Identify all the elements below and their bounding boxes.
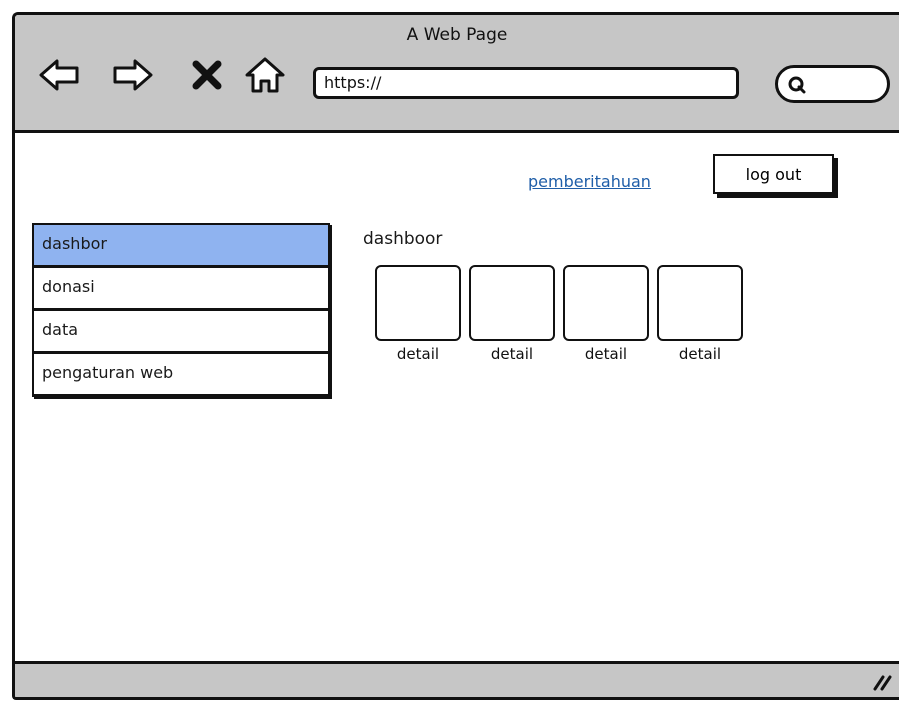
dashboard-card: detail [657,265,743,363]
search-field[interactable] [775,65,890,103]
forward-arrow-icon[interactable] [111,53,155,97]
resize-grip-icon[interactable] [871,671,893,691]
browser-toolbar: A Web Page https:// [15,15,899,133]
card-box[interactable] [563,265,649,341]
back-arrow-icon[interactable] [37,53,81,97]
dashboard-cards: detail detail detail detail [375,265,743,363]
card-detail-label[interactable]: detail [585,345,627,363]
card-box[interactable] [469,265,555,341]
sidebar-item-pengaturan-web[interactable]: pengaturan web [32,352,330,397]
browser-window: A Web Page https:// pemberitahuan log ou… [12,12,899,700]
page-title: dashboor [363,229,443,249]
notification-link[interactable]: pemberitahuan [528,172,651,191]
card-detail-label[interactable]: detail [679,345,721,363]
dashboard-card: detail [469,265,555,363]
sidebar-item-dashbor[interactable]: dashbor [32,223,330,268]
status-bar [15,661,899,697]
card-detail-label[interactable]: detail [397,345,439,363]
card-box[interactable] [657,265,743,341]
search-icon [788,76,806,94]
home-icon[interactable] [243,53,287,97]
logout-button[interactable]: log out [713,154,834,194]
card-detail-label[interactable]: detail [491,345,533,363]
dashboard-card: detail [563,265,649,363]
sidebar-menu: dashbor donasi data pengaturan web [32,223,330,397]
dashboard-card: detail [375,265,461,363]
card-box[interactable] [375,265,461,341]
window-title: A Web Page [406,25,508,45]
url-input[interactable]: https:// [313,67,739,99]
close-x-icon[interactable] [185,53,229,97]
sidebar-item-data[interactable]: data [32,309,330,354]
sidebar-item-donasi[interactable]: donasi [32,266,330,311]
